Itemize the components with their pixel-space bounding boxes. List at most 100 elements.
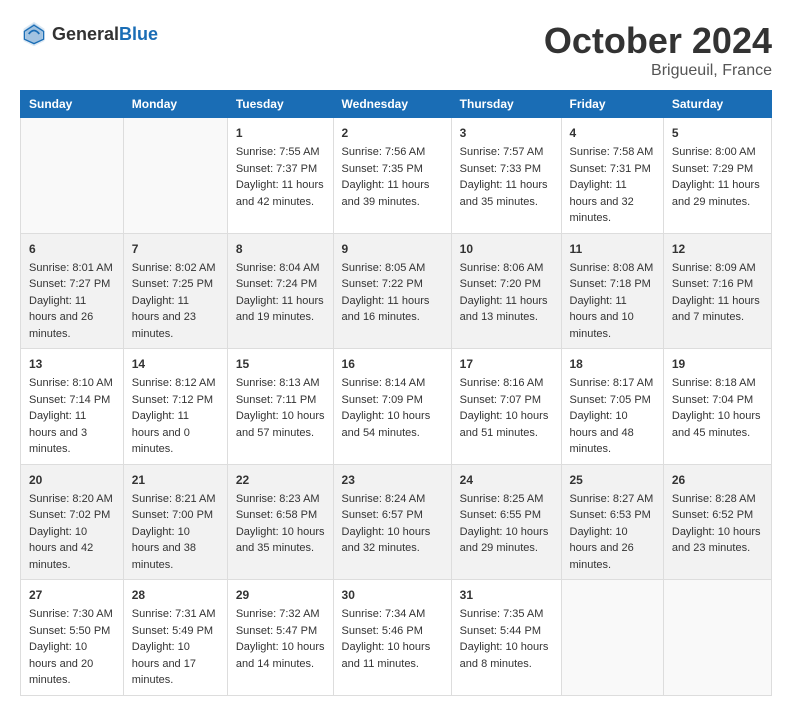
cell-content: Daylight: 10 hours and 51 minutes. bbox=[460, 408, 553, 441]
cell-content: Sunset: 7:09 PM bbox=[342, 392, 443, 409]
cell-content: Sunset: 7:37 PM bbox=[236, 161, 325, 178]
cell-content: Sunrise: 8:02 AM bbox=[132, 260, 219, 277]
calendar-cell: 21 Sunrise: 8:21 AMSunset: 7:00 PMDayligh… bbox=[123, 464, 227, 580]
cell-content: Sunset: 6:52 PM bbox=[672, 507, 763, 524]
cell-content: Daylight: 11 hours and 0 minutes. bbox=[132, 408, 219, 458]
cell-content: Sunrise: 7:35 AM bbox=[460, 606, 553, 623]
calendar-cell: 23Sunrise: 8:24 AMSunset: 6:57 PMDayligh… bbox=[333, 464, 451, 580]
cell-content: Sunset: 5:47 PM bbox=[236, 623, 325, 640]
cell-content: Sunrise: 8:04 AM bbox=[236, 260, 325, 277]
calendar-cell bbox=[123, 118, 227, 234]
cell-content: Sunset: 7:33 PM bbox=[460, 161, 553, 178]
calendar-cell: 10Sunrise: 8:06 AMSunset: 7:20 PMDayligh… bbox=[451, 233, 561, 349]
calendar-cell: 31Sunrise: 7:35 AMSunset: 5:44 PMDayligh… bbox=[451, 580, 561, 696]
calendar-cell: 19Sunrise: 8:18 AMSunset: 7:04 PMDayligh… bbox=[663, 349, 771, 465]
calendar-cell: 22 Sunrise: 8:23 AMSunset: 6:58 PMDayligh… bbox=[227, 464, 333, 580]
calendar-cell: 15Sunrise: 8:13 AMSunset: 7:11 PMDayligh… bbox=[227, 349, 333, 465]
day-number: 1 bbox=[236, 124, 325, 142]
cell-content: Daylight: 11 hours and 19 minutes. bbox=[236, 293, 325, 326]
day-number: 16 bbox=[342, 355, 443, 373]
cell-content: Sunrise: 8:28 AM bbox=[672, 491, 763, 508]
calendar-cell: 29Sunrise: 7:32 AMSunset: 5:47 PMDayligh… bbox=[227, 580, 333, 696]
calendar-cell: 3Sunrise: 7:57 AMSunset: 7:33 PMDaylight… bbox=[451, 118, 561, 234]
cell-content: Daylight: 10 hours and 48 minutes. bbox=[570, 408, 655, 458]
cell-content: Sunrise: 8:25 AM bbox=[460, 491, 553, 508]
calendar-cell: 30Sunrise: 7:34 AMSunset: 5:46 PMDayligh… bbox=[333, 580, 451, 696]
cell-content: Sunrise: 7:55 AM bbox=[236, 144, 325, 161]
calendar-cell: 4Sunrise: 7:58 AMSunset: 7:31 PMDaylight… bbox=[561, 118, 663, 234]
logo: General Blue bbox=[20, 20, 158, 48]
calendar-cell: 12Sunrise: 8:09 AMSunset: 7:16 PMDayligh… bbox=[663, 233, 771, 349]
calendar-cell bbox=[561, 580, 663, 696]
day-number: 21 bbox=[132, 471, 219, 489]
weekday-header-thursday: Thursday bbox=[451, 91, 561, 118]
cell-content: Daylight: 10 hours and 42 minutes. bbox=[29, 524, 115, 574]
cell-content: Sunset: 7:24 PM bbox=[236, 276, 325, 293]
day-number: 28 bbox=[132, 586, 219, 604]
calendar-cell: 17Sunrise: 8:16 AMSunset: 7:07 PMDayligh… bbox=[451, 349, 561, 465]
cell-content: Sunset: 6:55 PM bbox=[460, 507, 553, 524]
weekday-header-saturday: Saturday bbox=[663, 91, 771, 118]
cell-content: Sunrise: 8:13 AM bbox=[236, 375, 325, 392]
cell-content: Daylight: 10 hours and 38 minutes. bbox=[132, 524, 219, 574]
day-number: 26 bbox=[672, 471, 763, 489]
calendar-cell: 8 Sunrise: 8:04 AMSunset: 7:24 PMDaylight… bbox=[227, 233, 333, 349]
cell-content: Daylight: 10 hours and 8 minutes. bbox=[460, 639, 553, 672]
cell-content: Daylight: 11 hours and 13 minutes. bbox=[460, 293, 553, 326]
cell-content: Daylight: 10 hours and 20 minutes. bbox=[29, 639, 115, 689]
cell-content: Sunset: 7:12 PM bbox=[132, 392, 219, 409]
day-number: 27 bbox=[29, 586, 115, 604]
cell-content: Sunrise: 8:23 AM bbox=[236, 491, 325, 508]
calendar-cell: 2Sunrise: 7:56 AMSunset: 7:35 PMDaylight… bbox=[333, 118, 451, 234]
calendar-cell: 24Sunrise: 8:25 AMSunset: 6:55 PMDayligh… bbox=[451, 464, 561, 580]
cell-content: Sunrise: 8:12 AM bbox=[132, 375, 219, 392]
day-number: 2 bbox=[342, 124, 443, 142]
cell-content: Sunrise: 7:56 AM bbox=[342, 144, 443, 161]
cell-content: Sunrise: 8:17 AM bbox=[570, 375, 655, 392]
calendar-week-row: 6Sunrise: 8:01 AMSunset: 7:27 PMDaylight… bbox=[21, 233, 772, 349]
cell-content: Sunset: 6:57 PM bbox=[342, 507, 443, 524]
cell-content: Sunset: 7:07 PM bbox=[460, 392, 553, 409]
cell-content: Sunrise: 8:18 AM bbox=[672, 375, 763, 392]
calendar-cell: 25Sunrise: 8:27 AMSunset: 6:53 PMDayligh… bbox=[561, 464, 663, 580]
cell-content: Sunset: 7:11 PM bbox=[236, 392, 325, 409]
calendar-week-row: 1Sunrise: 7:55 AMSunset: 7:37 PMDaylight… bbox=[21, 118, 772, 234]
day-number: 12 bbox=[672, 240, 763, 258]
cell-content: Daylight: 11 hours and 29 minutes. bbox=[672, 177, 763, 210]
calendar-week-row: 20Sunrise: 8:20 AMSunset: 7:02 PMDayligh… bbox=[21, 464, 772, 580]
cell-content: Sunset: 7:16 PM bbox=[672, 276, 763, 293]
cell-content: Sunset: 7:04 PM bbox=[672, 392, 763, 409]
day-number: 6 bbox=[29, 240, 115, 258]
calendar-cell: 1 Sunrise: 7:55 AMSunset: 7:37 PMDaylight… bbox=[227, 118, 333, 234]
cell-content: Sunrise: 8:10 AM bbox=[29, 375, 115, 392]
cell-content: Sunset: 5:49 PM bbox=[132, 623, 219, 640]
cell-content: Sunset: 7:20 PM bbox=[460, 276, 553, 293]
cell-content: Daylight: 11 hours and 3 minutes. bbox=[29, 408, 115, 458]
cell-content: Sunset: 7:00 PM bbox=[132, 507, 219, 524]
cell-content: Sunrise: 8:20 AM bbox=[29, 491, 115, 508]
cell-content: Daylight: 10 hours and 35 minutes. bbox=[236, 524, 325, 557]
calendar-cell: 13Sunrise: 8:10 AMSunset: 7:14 PMDayligh… bbox=[21, 349, 124, 465]
cell-content: Sunrise: 8:09 AM bbox=[672, 260, 763, 277]
cell-content: Sunset: 5:50 PM bbox=[29, 623, 115, 640]
day-number: 8 bbox=[236, 240, 325, 258]
calendar-cell: 5Sunrise: 8:00 AMSunset: 7:29 PMDaylight… bbox=[663, 118, 771, 234]
day-number: 24 bbox=[460, 471, 553, 489]
day-number: 18 bbox=[570, 355, 655, 373]
cell-content: Sunset: 5:46 PM bbox=[342, 623, 443, 640]
calendar-week-row: 13Sunrise: 8:10 AMSunset: 7:14 PMDayligh… bbox=[21, 349, 772, 465]
cell-content: Sunset: 7:29 PM bbox=[672, 161, 763, 178]
cell-content: Sunrise: 8:21 AM bbox=[132, 491, 219, 508]
day-number: 22 bbox=[236, 471, 325, 489]
cell-content: Daylight: 10 hours and 11 minutes. bbox=[342, 639, 443, 672]
cell-content: Sunrise: 8:01 AM bbox=[29, 260, 115, 277]
cell-content: Sunrise: 7:34 AM bbox=[342, 606, 443, 623]
day-number: 7 bbox=[132, 240, 219, 258]
weekday-header-friday: Friday bbox=[561, 91, 663, 118]
cell-content: Sunset: 6:58 PM bbox=[236, 507, 325, 524]
cell-content: Sunset: 7:18 PM bbox=[570, 276, 655, 293]
day-number: 14 bbox=[132, 355, 219, 373]
cell-content: Daylight: 11 hours and 42 minutes. bbox=[236, 177, 325, 210]
cell-content: Sunset: 7:02 PM bbox=[29, 507, 115, 524]
calendar-cell: 20Sunrise: 8:20 AMSunset: 7:02 PMDayligh… bbox=[21, 464, 124, 580]
